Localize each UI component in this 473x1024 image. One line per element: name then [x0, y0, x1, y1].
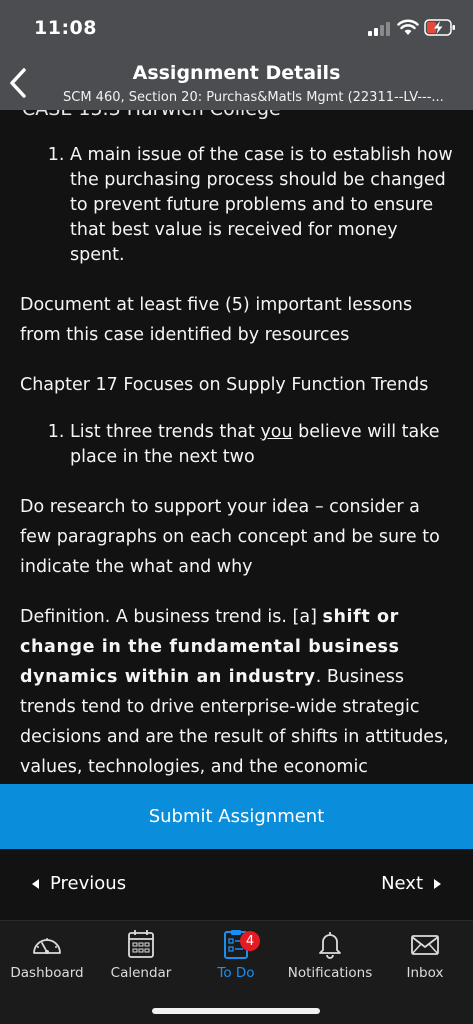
cellular-signal-icon: [368, 22, 390, 36]
previous-button[interactable]: Previous: [32, 873, 126, 894]
inbox-icon: [411, 935, 439, 955]
issue-list: A main issue of the case is to establish…: [20, 143, 455, 268]
previous-label: Previous: [50, 873, 127, 894]
tab-dashboard[interactable]: Dashboard: [0, 929, 94, 989]
list-item: List three trends that you believe will …: [70, 420, 455, 470]
next-button[interactable]: Next: [381, 873, 441, 894]
tab-label: Dashboard: [10, 965, 84, 981]
list-text: List three trends that: [70, 422, 261, 442]
tab-label: Calendar: [110, 965, 172, 981]
status-time: 11:08: [34, 17, 97, 39]
pagination-row: Previous Next: [0, 849, 473, 920]
todo-count-badge: 4: [240, 931, 260, 951]
tab-label: Notifications: [287, 965, 373, 981]
definition-text: Definition. A business trend is. [a]: [20, 607, 323, 627]
app-header: 11:08 Assignment Details SCM 460, Sectio…: [0, 0, 473, 110]
case-heading: CASE 15.3 Harwich College: [22, 110, 281, 120]
tab-calendar[interactable]: Calendar: [94, 929, 188, 989]
assignment-content[interactable]: CASE 15.3 Harwich College A main issue o…: [0, 110, 473, 784]
list-item: A main issue of the case is to establish…: [70, 143, 455, 268]
battery-charging-icon: [424, 19, 455, 36]
tab-inbox[interactable]: Inbox: [378, 929, 472, 989]
dashboard-icon: [33, 938, 61, 954]
tab-notifications[interactable]: Notifications: [283, 929, 377, 989]
trends-list: List three trends that you believe will …: [20, 420, 455, 470]
next-label: Next: [381, 873, 423, 894]
lessons-paragraph: Document at least five (5) important les…: [20, 295, 413, 345]
course-subtitle: SCM 460, Section 20: Purchas&Matls Mgmt …: [63, 90, 444, 105]
submit-assignment-button[interactable]: Submit Assignment: [0, 784, 473, 849]
wifi-icon: [397, 19, 419, 35]
bell-icon: [319, 932, 341, 959]
definition-paragraph: Definition. A business trend is. [a] shi…: [20, 602, 455, 784]
triangle-left-icon: [32, 878, 39, 889]
tab-label: Inbox: [406, 965, 444, 981]
tab-label: To Do: [217, 965, 255, 981]
home-indicator: [152, 1008, 320, 1014]
assignment-description: A main issue of the case is to establish…: [20, 143, 455, 784]
chapter-paragraph: Chapter 17 Focuses on Supply Function Tr…: [20, 375, 429, 395]
research-paragraph: Do research to support your idea – consi…: [20, 497, 440, 577]
underlined-text: you: [260, 422, 293, 442]
tab-todo[interactable]: 4 To Do: [189, 929, 283, 989]
page-title: Assignment Details: [132, 62, 341, 84]
status-bar: 11:08: [0, 0, 473, 55]
calendar-icon: [128, 930, 154, 958]
triangle-right-icon: [434, 878, 441, 889]
